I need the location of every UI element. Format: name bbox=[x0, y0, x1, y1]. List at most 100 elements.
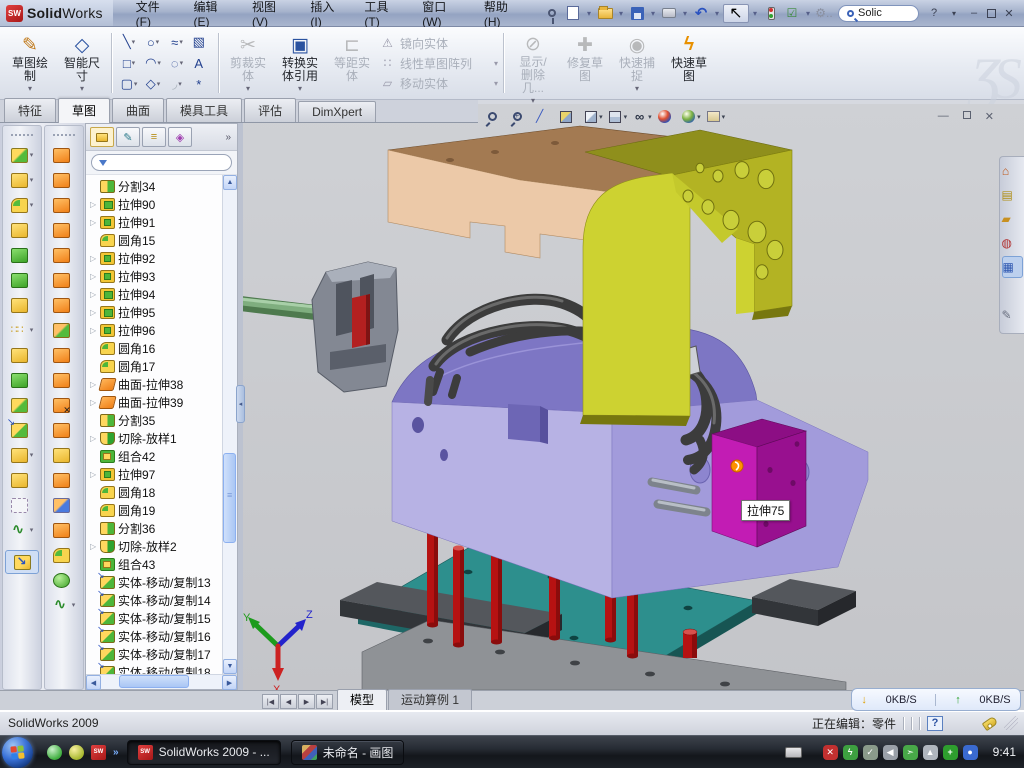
app-quicklaunch-icon[interactable] bbox=[69, 745, 84, 760]
toolbar-button[interactable]: ▾ bbox=[47, 318, 81, 342]
sketch-entity-button[interactable]: ○▾ bbox=[141, 32, 165, 53]
new-dropdown[interactable]: ▾ bbox=[584, 4, 594, 22]
search-input[interactable] bbox=[858, 7, 910, 19]
tree-item[interactable]: ▷ 拉伸90 bbox=[90, 195, 222, 213]
headsup-icon[interactable] bbox=[655, 108, 674, 125]
restore-button[interactable] bbox=[987, 9, 996, 18]
more-commands-icon[interactable]: ⚙.. bbox=[814, 4, 834, 22]
sketch-entity-button[interactable]: □▾ bbox=[117, 53, 141, 74]
file-explorer-icon[interactable]: ▰ bbox=[1002, 208, 1023, 230]
sketch-entity-button[interactable]: ◇▾ bbox=[141, 74, 165, 95]
tree-item[interactable]: ▷ 圆角16 bbox=[90, 339, 222, 357]
toolbar-button[interactable]: ▾ bbox=[47, 393, 81, 417]
scroll-right-button[interactable]: ▶ bbox=[222, 675, 237, 690]
toolbar-button[interactable]: ▾ bbox=[5, 168, 39, 192]
command-tab[interactable]: 模具工具 bbox=[166, 98, 242, 122]
toolbar-button[interactable]: ▾ bbox=[47, 368, 81, 392]
command-button[interactable]: ⊘ 显示/删除几... ▾ bbox=[507, 29, 559, 97]
open-icon[interactable] bbox=[595, 4, 615, 22]
tree-item[interactable]: ▷ 组合42 bbox=[90, 447, 222, 465]
toolbar-button[interactable]: ▾ bbox=[47, 268, 81, 292]
sketch-entity-button[interactable]: ◞▾ bbox=[165, 74, 189, 95]
toolbar-button[interactable]: ▾ bbox=[5, 293, 39, 317]
health-tray-icon[interactable]: + bbox=[943, 745, 958, 760]
taskbar-window-button[interactable]: 未命名 - 画图 bbox=[291, 740, 405, 765]
tab-nav-button[interactable]: ▶| bbox=[316, 694, 333, 709]
messenger-quicklaunch-icon[interactable] bbox=[47, 745, 62, 760]
toolbar-button[interactable]: ▾ bbox=[5, 368, 39, 392]
sketch-entity-button[interactable]: A▾ bbox=[189, 53, 213, 74]
antivirus-tray-icon[interactable]: ✕ bbox=[823, 745, 838, 760]
command-button[interactable]: ⊏ 等距实体 ▾ bbox=[326, 29, 378, 97]
command-button[interactable]: ϟ 快速草图 ▾ bbox=[663, 29, 715, 97]
toolbar-button[interactable]: ▾ bbox=[5, 318, 39, 342]
toolbar-button[interactable]: ▾ bbox=[5, 143, 39, 167]
sketch-entity-button[interactable]: ◠▾ bbox=[141, 53, 165, 74]
options-dropdown[interactable]: ▾ bbox=[803, 4, 813, 22]
tree-item[interactable]: ▷ 拉伸91 bbox=[90, 213, 222, 231]
scroll-thumb[interactable] bbox=[119, 675, 189, 688]
toolbar-button[interactable]: ▾ bbox=[47, 293, 81, 317]
expand-arrow-icon[interactable]: ▷ bbox=[90, 272, 100, 281]
tree-item[interactable]: ▷ 分割35 bbox=[90, 411, 222, 429]
command-button[interactable]: ✚ 修复草图 ▾ bbox=[559, 29, 611, 97]
expand-arrow-icon[interactable]: ▷ bbox=[90, 542, 100, 551]
headsup-icon[interactable] bbox=[581, 108, 600, 125]
keyboard-tray-icon[interactable] bbox=[785, 747, 802, 758]
toolbar-button[interactable]: ▾ bbox=[5, 443, 39, 467]
command-button[interactable]: ✂ 剪裁实体 ▾ bbox=[222, 29, 274, 97]
featuremanager-tree-tab[interactable] bbox=[90, 127, 114, 147]
measure-button[interactable] bbox=[5, 550, 39, 574]
updater-tray-icon[interactable]: ✓ bbox=[863, 745, 878, 760]
network-warning-tray-icon[interactable]: ▲ bbox=[923, 745, 938, 760]
tree-item[interactable]: ▷ 拉伸95 bbox=[90, 303, 222, 321]
propertymanager-tab[interactable]: ✎ bbox=[116, 127, 140, 147]
tree-item[interactable]: ▷ 拉伸97 bbox=[90, 465, 222, 483]
messenger-tray-icon[interactable]: ● bbox=[963, 745, 978, 760]
toolbar-button[interactable]: ▾ bbox=[5, 418, 39, 442]
command-button[interactable]: ◇ 智能尺寸 ▾ bbox=[56, 29, 108, 97]
tab-nav-button[interactable]: ▶ bbox=[298, 694, 315, 709]
toolbar-button[interactable]: ▾ bbox=[5, 493, 39, 517]
toolbar-button[interactable]: ▾ bbox=[47, 168, 81, 192]
expand-arrow-icon[interactable]: ▷ bbox=[90, 290, 100, 299]
filter-input[interactable] bbox=[91, 154, 232, 171]
toolbar-button[interactable]: ▾ bbox=[47, 518, 81, 542]
headsup-icon[interactable] bbox=[483, 108, 502, 125]
tree-item[interactable]: ▷ 实体-移动/复制16 bbox=[90, 627, 222, 645]
expand-arrow-icon[interactable]: ▷ bbox=[90, 254, 100, 263]
taskbar-window-button[interactable]: SW SolidWorks 2009 - ... bbox=[127, 740, 281, 765]
command-row-button[interactable]: ∷ 线性草图阵列 ▾ bbox=[380, 55, 498, 72]
expand-arrow-icon[interactable]: ▷ bbox=[90, 326, 100, 335]
tree-item[interactable]: ▷ 曲面-拉伸39 bbox=[90, 393, 222, 411]
chevron-right-icon[interactable]: » bbox=[225, 132, 233, 143]
panel-splitter-handle[interactable]: ◂ bbox=[236, 385, 245, 423]
configurationmanager-tab[interactable]: ≡ bbox=[142, 127, 166, 147]
search-results-icon[interactable]: ◍ bbox=[1002, 232, 1023, 254]
expand-arrow-icon[interactable]: ▷ bbox=[90, 218, 100, 227]
start-button[interactable] bbox=[2, 737, 33, 768]
doc-close-button[interactable]: ✕ bbox=[985, 110, 994, 123]
command-button[interactable]: ✎ 草图绘制 ▾ bbox=[4, 29, 56, 97]
solidworks-resources-icon[interactable]: ⌂ bbox=[1002, 160, 1023, 182]
tree-item[interactable]: ▷ 圆角18 bbox=[90, 483, 222, 501]
toolbar-button[interactable]: ▾ bbox=[47, 418, 81, 442]
toolbar-button[interactable]: ▾ bbox=[47, 468, 81, 492]
select-tool-button[interactable]: ↖ bbox=[723, 4, 749, 23]
design-library-icon[interactable]: ▤ bbox=[1002, 184, 1023, 206]
toolbar-button[interactable]: ▾ bbox=[5, 518, 39, 542]
doc-minimize-button[interactable]: — bbox=[938, 110, 949, 123]
command-tab[interactable]: 特征 bbox=[4, 98, 56, 122]
command-button[interactable]: ▣ 转换实体引用 ▾ bbox=[274, 29, 326, 97]
tree-item[interactable]: ▷ 圆角19 bbox=[90, 501, 222, 519]
sketch-entity-button[interactable]: ▢▾ bbox=[117, 74, 141, 95]
help-button[interactable]: ? bbox=[927, 7, 941, 19]
tree-item[interactable]: ▷ 实体-移动/复制14 bbox=[90, 591, 222, 609]
print-icon[interactable] bbox=[659, 4, 679, 22]
headsup-icon[interactable] bbox=[679, 108, 698, 125]
tree-item[interactable]: ▷ 实体-移动/复制17 bbox=[90, 645, 222, 663]
undo-icon[interactable]: ↶ bbox=[691, 4, 711, 22]
toolbar-button[interactable]: ▾ bbox=[5, 243, 39, 267]
document-tab[interactable]: 模型 bbox=[337, 689, 387, 710]
sketch-entity-button[interactable]: ▧▾ bbox=[189, 32, 213, 53]
